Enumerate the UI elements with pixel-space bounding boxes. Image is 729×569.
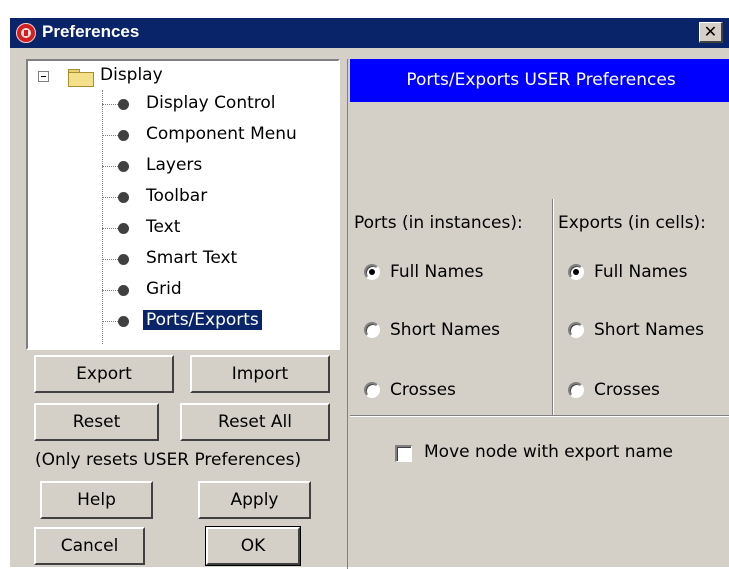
bullet-icon <box>118 316 129 327</box>
bullet-icon <box>118 99 129 110</box>
tree-node-label: Display <box>100 65 163 85</box>
tree-item-layers[interactable]: Layers <box>102 152 332 182</box>
move-node-checkbox[interactable] <box>395 445 412 462</box>
tree-item-label: Text <box>146 217 181 237</box>
close-button[interactable]: ✕ <box>699 22 723 43</box>
bullet-icon <box>118 192 129 203</box>
radio-label: Crosses <box>594 380 660 400</box>
bullet-icon <box>118 161 129 172</box>
exports-group: Exports (in cells): Full Names Short Nam… <box>558 199 729 431</box>
tree-item-display-control[interactable]: Display Control <box>102 90 332 120</box>
folder-icon <box>68 69 94 87</box>
title-bar[interactable]: Preferences ✕ <box>10 18 729 48</box>
tree-item-label: Display Control <box>146 93 276 113</box>
radio-button[interactable] <box>568 322 584 338</box>
radio-button[interactable] <box>568 382 584 398</box>
bullet-icon <box>118 223 129 234</box>
preferences-window: Preferences ✕ Display Display Control Co… <box>8 16 729 569</box>
tree-item-toolbar[interactable]: Toolbar <box>102 183 332 213</box>
section-divider <box>350 415 729 417</box>
preferences-panel: Ports/Exports USER Preferences Ports (in… <box>347 59 729 569</box>
radio-label: Full Names <box>594 262 688 282</box>
radio-button[interactable] <box>364 264 380 280</box>
tree-item-smart-text[interactable]: Smart Text <box>102 245 332 275</box>
cancel-button[interactable]: Cancel <box>34 527 145 565</box>
bullet-icon <box>118 254 129 265</box>
reset-button[interactable]: Reset <box>34 403 159 441</box>
bullet-icon <box>118 285 129 296</box>
tree-item-text[interactable]: Text <box>102 214 332 244</box>
radio-button[interactable] <box>364 322 380 338</box>
tree-item-grid[interactable]: Grid <box>102 276 332 306</box>
radio-button[interactable] <box>364 382 380 398</box>
import-button[interactable]: Import <box>190 355 330 393</box>
ports-group: Ports (in instances): Full Names Short N… <box>354 199 550 431</box>
exports-heading: Exports (in cells): <box>558 213 706 233</box>
tree-item-label: Component Menu <box>146 124 297 144</box>
tree-item-component-menu[interactable]: Component Menu <box>102 121 332 151</box>
tree-item-label: Layers <box>146 155 203 175</box>
panel-header: Ports/Exports USER Preferences <box>350 59 729 102</box>
move-node-label: Move node with export name <box>424 442 673 462</box>
preferences-tree[interactable]: Display Display Control Component Menu L… <box>26 59 340 350</box>
app-icon <box>16 23 36 43</box>
ports-heading: Ports (in instances): <box>354 213 523 233</box>
tree-item-label: Toolbar <box>146 186 208 206</box>
radio-label: Short Names <box>390 320 501 340</box>
radio-label: Short Names <box>594 320 705 340</box>
collapse-icon[interactable] <box>38 71 49 82</box>
export-button[interactable]: Export <box>34 355 174 393</box>
window-title: Preferences <box>42 22 140 41</box>
help-button[interactable]: Help <box>40 481 153 519</box>
reset-note: (Only resets USER Preferences) <box>35 450 302 470</box>
column-divider <box>552 199 554 415</box>
radio-label: Full Names <box>390 262 484 282</box>
ok-button[interactable]: OK <box>205 526 301 566</box>
tree-item-ports-exports[interactable]: Ports/Exports <box>102 307 332 337</box>
reset-all-button[interactable]: Reset All <box>180 403 330 441</box>
radio-button[interactable] <box>568 264 584 280</box>
tree-item-label: Ports/Exports <box>143 310 262 330</box>
tree-item-label: Smart Text <box>146 248 238 268</box>
tree-item-label: Grid <box>146 279 182 299</box>
apply-button[interactable]: Apply <box>198 481 311 519</box>
bullet-icon <box>118 130 129 141</box>
radio-label: Crosses <box>390 380 456 400</box>
